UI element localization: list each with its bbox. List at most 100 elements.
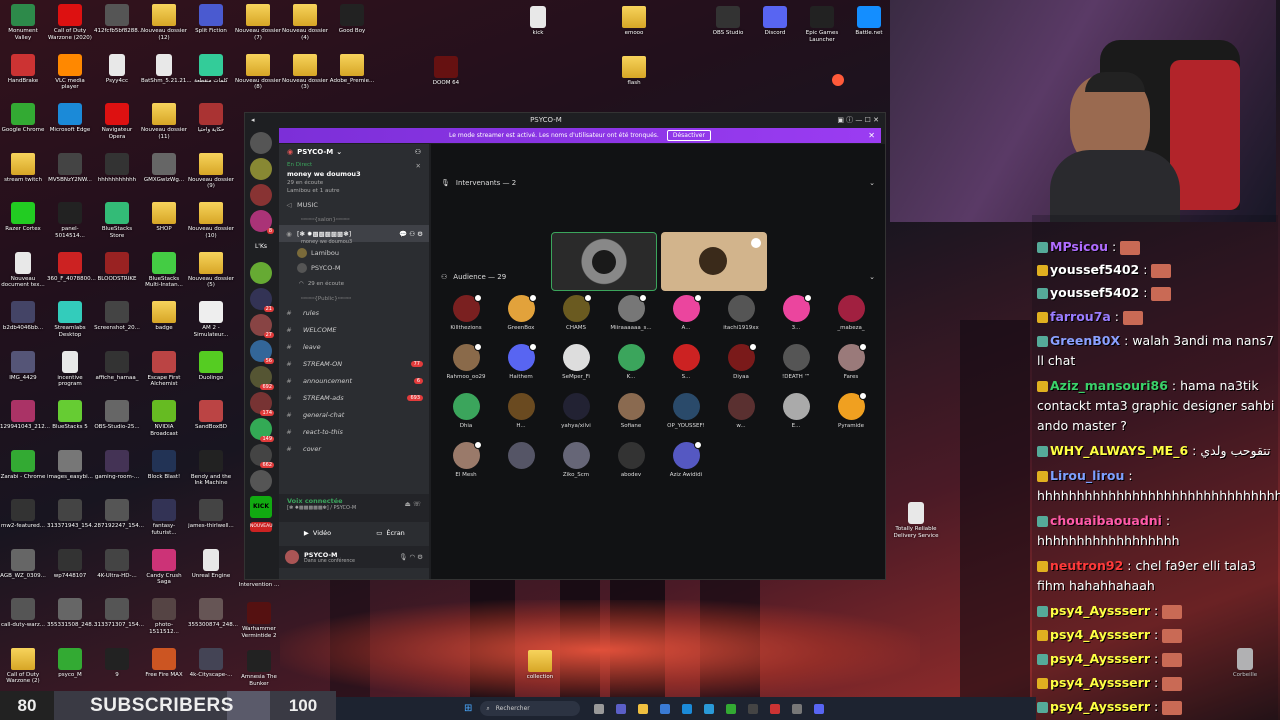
audience-member[interactable]: E...: [771, 393, 821, 429]
desktop-icon[interactable]: VLC media player: [47, 53, 93, 91]
avatar[interactable]: [285, 550, 299, 564]
desktop-icon[interactable]: Battle.net: [846, 6, 892, 37]
desktop-icon[interactable]: Microsoft Edge: [47, 103, 93, 134]
text-channel[interactable]: # STREAM-ON 77: [279, 355, 429, 372]
screen-share-button[interactable]: ▭ Écran: [356, 524, 425, 542]
desktop-icon[interactable]: gaming-room-...: [94, 449, 140, 481]
server-icon[interactable]: KICK: [250, 496, 272, 518]
server-icon[interactable]: 174: [250, 392, 274, 416]
audience-member[interactable]: 3...: [771, 294, 821, 331]
desktop-icon[interactable]: BlueStacks Store: [94, 202, 140, 239]
desktop-icon[interactable]: emooo: [611, 6, 657, 37]
add-friend-icon[interactable]: ⚇: [415, 148, 421, 156]
desktop-icon[interactable]: GMXGwIzWg...: [141, 152, 187, 184]
desktop-icon[interactable]: b2db4046bb...: [0, 301, 46, 332]
audience-member[interactable]: K...: [606, 344, 656, 380]
audience-member[interactable]: _mabeza_: [826, 295, 876, 331]
obs-icon[interactable]: [748, 703, 759, 714]
desktop-icon[interactable]: 313371307_154...: [94, 598, 144, 629]
mail-icon[interactable]: [704, 703, 715, 714]
desktop-icon[interactable]: badge: [141, 301, 187, 332]
desktop-icon[interactable]: AGB_WZ_0309...: [0, 548, 46, 580]
desktop-icon[interactable]: Candy Crush Saga: [141, 548, 187, 586]
category-header[interactable]: ꟷꟷꟷ{salon}ꟷꟷꟷ: [279, 213, 429, 225]
desktop-icon[interactable]: incentive program: [47, 350, 93, 388]
audience-member[interactable]: Killthezions: [441, 294, 491, 331]
desktop-icon[interactable]: HandBrake: [0, 53, 46, 85]
desktop-icon[interactable]: Split Fiction: [188, 4, 234, 35]
desktop-icon[interactable]: kick: [515, 6, 561, 37]
text-channel[interactable]: # rules: [279, 304, 429, 321]
desktop-icon[interactable]: photo-1511512...: [141, 598, 187, 635]
desktop-icon[interactable]: Nouveau dossier (10): [188, 202, 234, 239]
audience-member[interactable]: Miiraaaaaa_s...: [606, 294, 656, 331]
desktop-icon[interactable]: call-duty-warz...: [0, 598, 46, 629]
discord-window[interactable]: ◂ PSYCO-M ▣ ⓘ — ☐ ✕ Le mode streamer est…: [244, 112, 886, 580]
desktop-icon[interactable]: 9: [94, 647, 140, 679]
desktop-icon[interactable]: hhhhhhhhhhh: [94, 152, 140, 184]
desktop-icon[interactable]: Nouveau dossier (11): [141, 103, 187, 140]
back-icon[interactable]: ◂: [251, 116, 255, 124]
desktop-icon[interactable]: 287192247_154...: [94, 499, 144, 530]
desktop-icon[interactable]: Discord: [752, 6, 798, 37]
desktop-icon[interactable]: flash: [611, 56, 657, 87]
mic-headset-settings-icons[interactable]: 🎙 ◠ ⚙: [399, 553, 423, 561]
desktop-icon[interactable]: Bendy and the Ink Machine: [188, 449, 234, 487]
server-icon[interactable]: 27: [250, 314, 274, 338]
audience-member[interactable]: [496, 442, 546, 472]
desktop-icon[interactable]: Monument Valley: [0, 4, 46, 41]
voice-user[interactable]: Lamibou: [279, 245, 429, 260]
desktop-icon[interactable]: Good Boy: [329, 4, 375, 35]
desktop-icon[interactable]: psyco_M: [47, 647, 93, 679]
desktop-icon[interactable]: SandBoxBD: [188, 400, 234, 431]
audience-member[interactable]: Diyaa: [716, 343, 766, 380]
audience-member[interactable]: SeMper_Fi: [551, 344, 601, 380]
desktop-icon[interactable]: Nouveau dossier (7): [235, 4, 281, 41]
desktop-icon[interactable]: Escape First Alchemist: [141, 350, 187, 388]
desktop-icon[interactable]: Call of Duty Warzone (2): [0, 647, 46, 685]
desktop-icon[interactable]: OBS Studio: [705, 6, 751, 37]
text-channel[interactable]: # STREAM-ads 693: [279, 389, 429, 406]
audience-member[interactable]: Ziko_Scm: [551, 442, 601, 478]
desktop-icon[interactable]: IMG_4429: [0, 350, 46, 382]
audience-member[interactable]: A...: [661, 294, 711, 331]
desktop-icon[interactable]: Totally Reliable Delivery Service: [893, 502, 939, 539]
desktop-icon[interactable]: BlueStacks Multi-Instan...: [141, 251, 187, 289]
voice-user[interactable]: PSYCO-M: [279, 260, 429, 275]
desktop-icon[interactable]: stream twitch: [0, 152, 46, 184]
chrome-icon[interactable]: [726, 703, 737, 714]
desktop-icon[interactable]: Psyy4cc: [94, 53, 140, 85]
desktop-icon[interactable]: 355300874_248...: [188, 598, 238, 629]
desktop-icon[interactable]: MV5BNzY2NW...: [47, 152, 93, 184]
server-icon[interactable]: L'Ks: [250, 236, 272, 258]
desktop-icon[interactable]: Nouveau dossier (3): [282, 53, 328, 91]
teams-icon[interactable]: [616, 703, 627, 714]
desktop-icon[interactable]: affiche_hamaa_: [94, 350, 140, 382]
window-controls[interactable]: ▣ ⓘ — ☐ ✕: [837, 115, 879, 125]
desktop-icon[interactable]: BatShm_5.21.21...: [141, 53, 192, 85]
desktop-icon[interactable]: NVIDIA Broadcast: [141, 400, 187, 437]
server-header[interactable]: ◉ PSYCO-M ⌄ ⚇: [279, 144, 429, 160]
server-icon[interactable]: 149: [250, 418, 274, 442]
server-icon[interactable]: NOUVEAU: [250, 522, 273, 532]
desktop-icon[interactable]: 4k-Cityscape-...: [188, 647, 234, 679]
task-view-icon[interactable]: [594, 703, 605, 714]
desktop-icon[interactable]: images_easybi...: [47, 449, 93, 481]
text-channel[interactable]: # react-to-this: [279, 423, 429, 440]
desktop-icon[interactable]: collection: [517, 650, 563, 681]
desktop-icon[interactable]: AM 2 - Simulateur...: [188, 301, 234, 338]
server-icon[interactable]: [250, 158, 272, 180]
desktop-icon[interactable]: Unreal Engine: [188, 548, 234, 580]
desktop-icon[interactable]: Nouveau dossier (12): [141, 4, 187, 41]
audience-member[interactable]: OP_YOUSSEF!: [661, 393, 711, 429]
audience-member[interactable]: CHAMS: [551, 294, 601, 331]
search-box[interactable]: ⌕ Rechercher: [480, 701, 581, 716]
desktop-icon[interactable]: Duolingo: [188, 350, 234, 382]
desktop-icon[interactable]: Warhammer Vermintide 2: [236, 602, 282, 639]
desktop-icon[interactable]: Amnesia The Bunker: [236, 650, 282, 687]
audience-member[interactable]: abodev: [606, 442, 656, 478]
audience-member[interactable]: w...: [716, 393, 766, 429]
desktop-icon[interactable]: 4K-Ultra-HD-...: [94, 548, 140, 580]
desktop-icon[interactable]: DOOM 64: [423, 56, 469, 87]
server-icon[interactable]: [250, 132, 272, 154]
